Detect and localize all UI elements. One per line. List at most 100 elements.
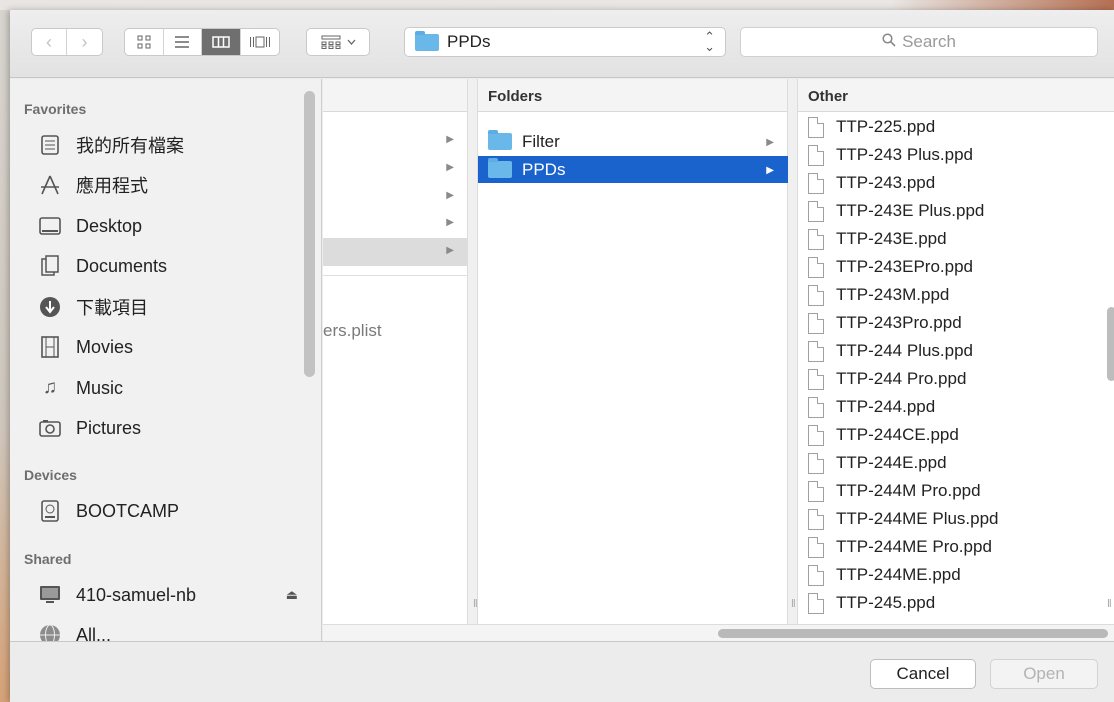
- column-resize-grip-icon[interactable]: ǀǀ: [791, 598, 796, 610]
- list-item[interactable]: ▶: [323, 210, 468, 238]
- file-row[interactable]: TTP-244E.ppd: [798, 449, 1098, 477]
- file-name: TTP-243E.ppd: [836, 229, 947, 248]
- disclosure-triangle-icon: ▶: [446, 190, 454, 201]
- sidebar-item-documents[interactable]: Documents: [38, 252, 298, 280]
- document-icon: [808, 340, 824, 362]
- chevron-down-icon: [347, 39, 355, 45]
- applications-icon: [38, 173, 62, 197]
- icon-view-button[interactable]: [125, 29, 164, 55]
- file-row[interactable]: TTP-243EPro.ppd: [798, 253, 1098, 281]
- sidebar-item-label: Music: [76, 377, 124, 398]
- list-item[interactable]: ▶: [323, 127, 468, 155]
- sidebar-item-applications[interactable]: 應用程式: [38, 171, 298, 199]
- document-icon: [808, 312, 824, 334]
- folder-row-filter[interactable]: Filter ▶: [478, 128, 788, 155]
- file-name: TTP-244ME Pro.ppd: [836, 537, 992, 556]
- disclosure-triangle-icon: ▶: [446, 217, 454, 228]
- column-browser: ▶ ▶ ▶ ▶ ▶ ers.plist Folders Filter ▶ PPD…: [323, 79, 1114, 641]
- sidebar-header-devices: Devices: [24, 467, 77, 483]
- file-row[interactable]: TTP-244ME Pro.ppd: [798, 533, 1098, 561]
- file-row[interactable]: TTP-243.ppd: [798, 169, 1098, 197]
- sidebar-item-label: Documents: [76, 255, 168, 276]
- file-row[interactable]: TTP-225.ppd: [798, 113, 1098, 141]
- sidebar-item-music[interactable]: ♫ Music: [38, 374, 298, 402]
- arrange-button-content: [307, 29, 369, 55]
- file-row[interactable]: TTP-244CE.ppd: [798, 421, 1098, 449]
- sidebar-item-all-shared[interactable]: All...: [38, 621, 298, 641]
- column-divider[interactable]: [468, 79, 478, 624]
- column-resize-grip-icon[interactable]: ǀǀ: [1107, 598, 1112, 610]
- partial-file-name[interactable]: ers.plist: [323, 321, 382, 341]
- updown-arrows-icon: ⌃ ⌄: [704, 29, 715, 54]
- path-popup-label: PPDs: [447, 32, 491, 51]
- file-name: TTP-243EPro.ppd: [836, 257, 974, 276]
- file-name: TTP-244ME.ppd: [836, 565, 961, 584]
- column-view-button[interactable]: [202, 29, 241, 55]
- sidebar-item-bootcamp[interactable]: BOOTCAMP: [38, 497, 298, 525]
- back-button[interactable]: ‹: [32, 29, 68, 55]
- column-header-folders[interactable]: Folders: [478, 79, 787, 112]
- eject-icon[interactable]: ⏏: [286, 587, 298, 603]
- sidebar-item-label: Movies: [76, 336, 134, 357]
- open-file-dialog: ‹ › PPDs ⌃ ⌄ Search Favorites 我的所有檔案 應用程…: [10, 10, 1114, 702]
- horizontal-scroll-thumb[interactable]: [718, 629, 1108, 638]
- forward-button[interactable]: ›: [67, 29, 102, 55]
- path-popup[interactable]: PPDs ⌃ ⌄: [404, 27, 726, 57]
- disclosure-triangle-icon: ▶: [446, 134, 454, 145]
- sidebar-item-movies[interactable]: Movies: [38, 333, 298, 361]
- column-divider[interactable]: [788, 79, 798, 624]
- sidebar-item-downloads[interactable]: 下載項目: [38, 293, 298, 321]
- file-row[interactable]: TTP-243 Plus.ppd: [798, 141, 1098, 169]
- network-icon: [38, 623, 62, 641]
- column-header-other[interactable]: Other: [798, 79, 1114, 112]
- folder-row-ppds[interactable]: PPDs ▶: [478, 156, 788, 183]
- document-icon: [808, 116, 824, 138]
- sidebar-item-pictures[interactable]: Pictures: [38, 414, 298, 442]
- folder-icon: [488, 130, 512, 150]
- arrange-menu-button[interactable]: [306, 28, 370, 56]
- file-name: TTP-225.ppd: [836, 117, 936, 136]
- list-item[interactable]: ▶: [323, 183, 468, 211]
- file-row[interactable]: TTP-243E.ppd: [798, 225, 1098, 253]
- list-item-selected[interactable]: ▶: [323, 238, 468, 266]
- file-row[interactable]: TTP-243E Plus.ppd: [798, 197, 1098, 225]
- cancel-button[interactable]: Cancel: [870, 659, 976, 689]
- document-icon: [808, 396, 824, 418]
- desktop-icon: [38, 214, 62, 238]
- search-placeholder: Search: [902, 32, 956, 51]
- computer-icon: [38, 583, 62, 607]
- file-name: TTP-243E Plus.ppd: [836, 201, 985, 220]
- sidebar-item-label: BOOTCAMP: [76, 500, 180, 521]
- file-list: TTP-225.ppd TTP-243 Plus.ppd TTP-243.ppd TT…: [798, 113, 1098, 617]
- file-row[interactable]: TTP-244M Pro.ppd: [798, 477, 1098, 505]
- file-row[interactable]: TTP-244ME Plus.ppd: [798, 505, 1098, 533]
- file-row[interactable]: TTP-244 Plus.ppd: [798, 337, 1098, 365]
- open-button[interactable]: Open: [990, 659, 1098, 689]
- search-field[interactable]: Search: [740, 27, 1098, 57]
- file-row[interactable]: TTP-244 Pro.ppd: [798, 365, 1098, 393]
- coverflow-view-button[interactable]: [241, 29, 279, 55]
- file-name: TTP-243M.ppd: [836, 285, 950, 304]
- file-row[interactable]: TTP-243Pro.ppd: [798, 309, 1098, 337]
- downloads-icon: [38, 295, 62, 319]
- file-row[interactable]: TTP-245.ppd: [798, 589, 1098, 617]
- list-item[interactable]: ▶: [323, 155, 468, 183]
- sidebar-item-all-files[interactable]: 我的所有檔案: [38, 131, 298, 159]
- arrange-grid-icon: [321, 35, 340, 49]
- sidebar-item-410-samuel-nb[interactable]: 410-samuel-nb ⏏: [38, 581, 298, 609]
- file-name: TTP-243.ppd: [836, 173, 936, 192]
- file-name: TTP-244ME Plus.ppd: [836, 509, 999, 528]
- disclosure-triangle-icon: ▶: [766, 165, 774, 176]
- file-name: TTP-244.ppd: [836, 397, 936, 416]
- file-row[interactable]: TTP-243M.ppd: [798, 281, 1098, 309]
- movies-icon: [38, 335, 62, 359]
- sidebar-item-desktop[interactable]: Desktop: [38, 212, 298, 240]
- file-row[interactable]: TTP-244.ppd: [798, 393, 1098, 421]
- list-view-button[interactable]: [164, 29, 202, 55]
- column-resize-grip-icon[interactable]: ǀǀ: [473, 598, 478, 610]
- document-icon: [808, 172, 824, 194]
- sidebar-header-shared: Shared: [24, 551, 72, 567]
- sidebar-scrollbar[interactable]: [304, 91, 315, 377]
- file-list-scrollbar[interactable]: [1107, 307, 1114, 381]
- file-row[interactable]: TTP-244ME.ppd: [798, 561, 1098, 589]
